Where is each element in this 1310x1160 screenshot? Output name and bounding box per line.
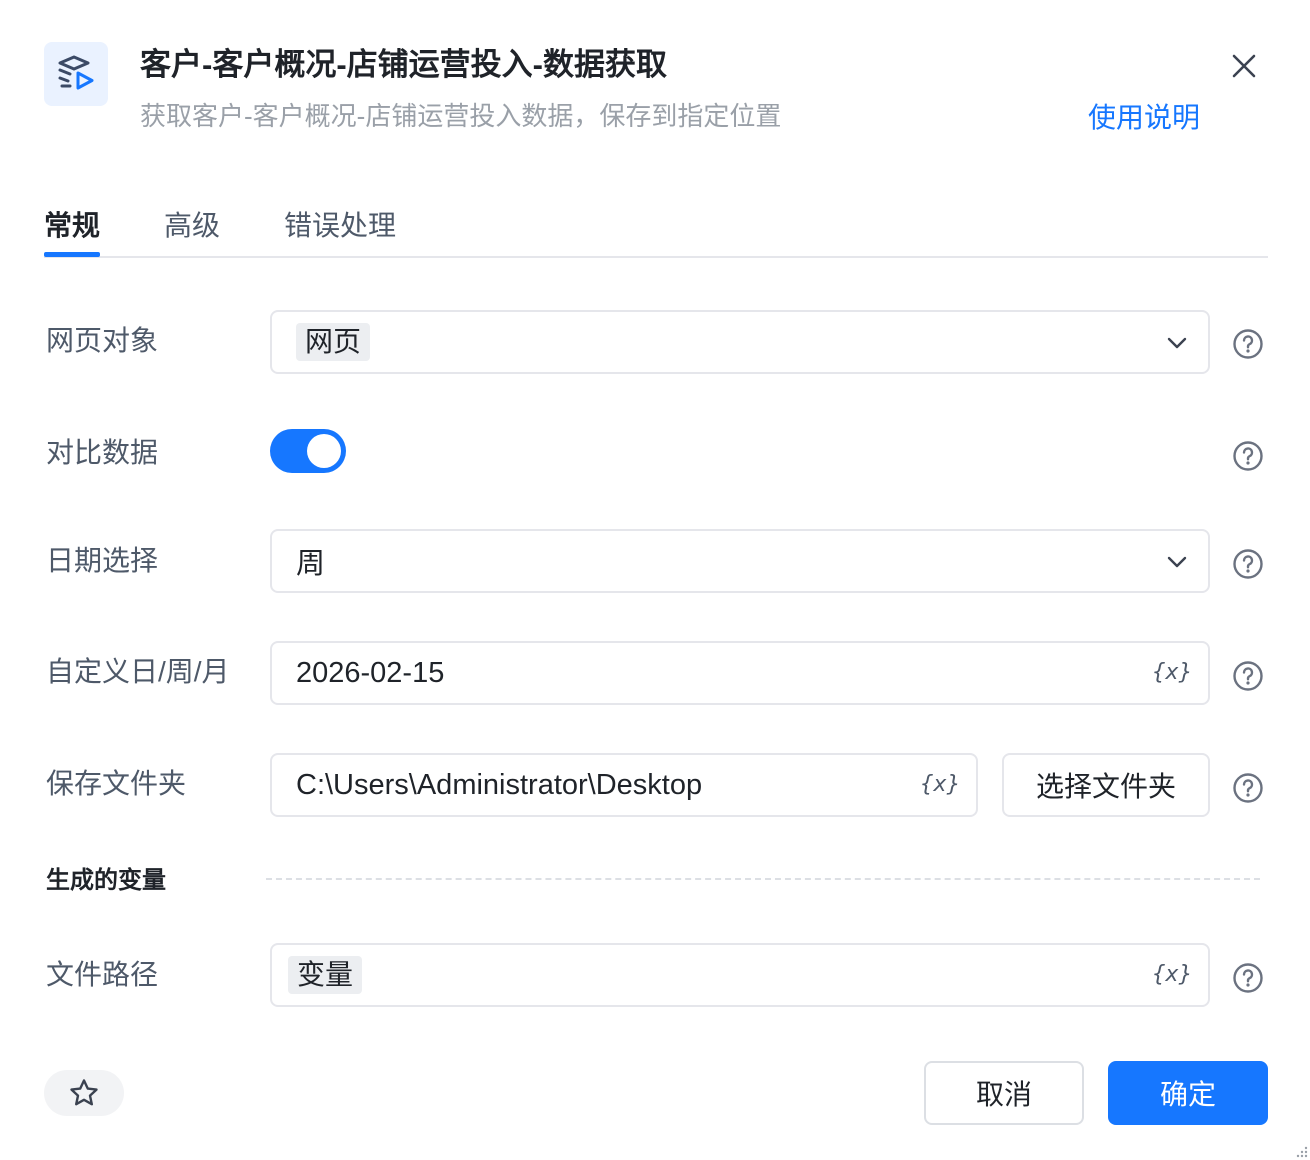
compare-data-label: 对比数据 — [46, 437, 159, 468]
cancel-button[interactable]: 取消 — [924, 1061, 1084, 1125]
select-folder-button[interactable]: 选择文件夹 — [1002, 753, 1210, 817]
dialog-subtitle: 获取客户-客户概况-店铺运营投入数据，保存到指定位置 — [140, 101, 782, 131]
date-select-value: 周 — [296, 548, 326, 580]
help-icon[interactable] — [1232, 548, 1264, 580]
help-icon[interactable] — [1232, 440, 1264, 472]
compare-data-toggle[interactable] — [270, 429, 346, 473]
web-object-label: 网页对象 — [46, 325, 159, 356]
variable-insert-icon[interactable]: {x} — [1152, 959, 1192, 991]
file-path-label: 文件路径 — [46, 959, 159, 990]
help-icon[interactable] — [1232, 660, 1264, 692]
web-object-tag: 网页 — [296, 323, 371, 361]
active-tab-indicator — [44, 252, 100, 257]
help-icon[interactable] — [1232, 772, 1264, 804]
toggle-knob — [307, 434, 341, 468]
variable-insert-icon[interactable]: {x} — [1152, 657, 1192, 689]
custom-date-value: 2026-02-15 — [296, 656, 445, 689]
resize-grip-icon[interactable] — [1294, 1144, 1308, 1158]
save-folder-value: C:\Users\Administrator\Desktop — [296, 768, 703, 801]
confirm-button[interactable]: 确定 — [1108, 1061, 1268, 1125]
close-icon[interactable] — [1226, 48, 1262, 84]
save-folder-label: 保存文件夹 — [46, 768, 187, 799]
chevron-down-icon — [1167, 337, 1187, 349]
tab-advanced[interactable]: 高级 — [164, 206, 220, 246]
file-path-variable-tag: 变量 — [288, 956, 363, 994]
custom-date-input[interactable]: 2026-02-15 {x} — [270, 641, 1210, 705]
section-divider — [266, 878, 1260, 880]
tab-general[interactable]: 常规 — [44, 206, 100, 246]
date-select-label: 日期选择 — [46, 545, 159, 576]
tab-error-handling[interactable]: 错误处理 — [284, 206, 396, 246]
dialog-title: 客户-客户概况-店铺运营投入-数据获取 — [140, 47, 667, 82]
date-select[interactable]: 周 — [270, 529, 1210, 593]
chevron-down-icon — [1167, 556, 1187, 568]
generated-variables-title: 生成的变量 — [46, 867, 166, 894]
custom-date-label: 自定义日/周/月 — [46, 656, 230, 687]
usage-help-link[interactable]: 使用说明 — [1088, 98, 1200, 138]
web-object-select[interactable]: 网页 — [270, 310, 1210, 374]
help-icon[interactable] — [1232, 328, 1264, 360]
favorite-button[interactable] — [44, 1070, 124, 1116]
tab-bar: 常规 高级 错误处理 — [44, 200, 1268, 258]
variable-insert-icon[interactable]: {x} — [920, 769, 960, 801]
file-path-input[interactable]: 变量 {x} — [270, 943, 1210, 1007]
help-icon[interactable] — [1232, 962, 1264, 994]
workflow-data-icon — [44, 42, 108, 106]
save-folder-input[interactable]: C:\Users\Administrator\Desktop {x} — [270, 753, 978, 817]
star-icon — [70, 1079, 98, 1106]
